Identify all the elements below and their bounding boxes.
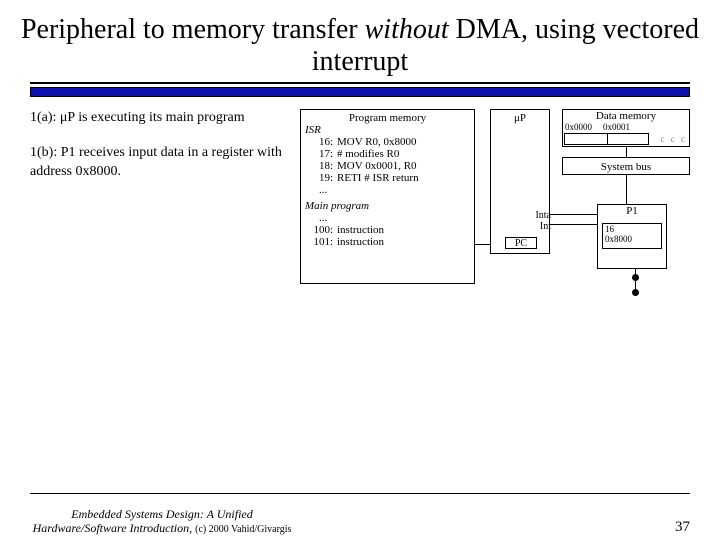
page-number: 37 bbox=[675, 519, 690, 536]
connector-line bbox=[475, 244, 490, 245]
footer-citation: Embedded Systems Design: A Unified Hardw… bbox=[32, 508, 292, 536]
data-memory-box: Data memory 0x0000 0x0001 c c c bbox=[562, 109, 690, 147]
content-area: 1(a): μP is executing its main program 1… bbox=[0, 109, 720, 449]
pc-register: PC bbox=[505, 237, 537, 249]
cell-divider bbox=[607, 134, 608, 144]
connector-line bbox=[550, 214, 597, 215]
step-1a: 1(a): μP is executing its main program bbox=[30, 109, 290, 128]
footer: Embedded Systems Design: A Unified Hardw… bbox=[32, 508, 690, 536]
code-ellipsis: ... bbox=[305, 212, 470, 224]
data-memory-title: Data memory bbox=[563, 110, 689, 122]
data-memory-addresses: 0x0000 0x0001 bbox=[563, 122, 689, 132]
p1-register-box: 16 0x8000 bbox=[602, 223, 662, 249]
connector-line bbox=[635, 269, 636, 294]
up-label: μP bbox=[514, 112, 526, 124]
peripheral-p1-box: P1 16 0x8000 bbox=[597, 204, 667, 269]
connector-line bbox=[626, 175, 627, 204]
step-1b: 1(b): P1 receives input data in a regist… bbox=[30, 144, 290, 182]
code-line: 100:instruction bbox=[305, 224, 470, 236]
inta-int-labels: Inta Int bbox=[535, 210, 551, 232]
code-line: 16:MOV R0, 0x8000 bbox=[305, 136, 470, 148]
data-memory-ellipsis: c c c bbox=[661, 134, 687, 144]
p1-label: P1 bbox=[598, 205, 666, 217]
title-pre: Peripheral to memory transfer bbox=[21, 14, 365, 45]
title-underline bbox=[30, 82, 690, 84]
data-memory-cells bbox=[564, 133, 649, 145]
program-memory-title: Program memory bbox=[305, 112, 470, 124]
slide-title: Peripheral to memory transfer without DM… bbox=[20, 14, 700, 78]
step-descriptions: 1(a): μP is executing its main program 1… bbox=[30, 109, 290, 198]
code-line: 101:instruction bbox=[305, 236, 470, 248]
main-program-label: Main program bbox=[305, 200, 470, 212]
diagram: Program memory ISR 16:MOV R0, 0x8000 17:… bbox=[300, 109, 700, 329]
title-italic: without bbox=[365, 14, 449, 45]
isr-label: ISR bbox=[305, 124, 470, 136]
code-line: 19:RETI # ISR return bbox=[305, 172, 470, 184]
footer-divider bbox=[30, 493, 690, 494]
program-memory-box: Program memory ISR 16:MOV R0, 0x8000 17:… bbox=[300, 109, 475, 284]
connector-line bbox=[550, 224, 597, 225]
title-bluebar bbox=[30, 87, 690, 97]
microprocessor-box: μP Inta Int PC bbox=[490, 109, 550, 254]
code-line: 18:MOV 0x0001, R0 bbox=[305, 160, 470, 172]
code-ellipsis: ... bbox=[305, 184, 470, 196]
connector-line bbox=[626, 147, 627, 157]
system-bus-box: System bus bbox=[562, 157, 690, 175]
code-line: 17:# modifies R0 bbox=[305, 148, 470, 160]
